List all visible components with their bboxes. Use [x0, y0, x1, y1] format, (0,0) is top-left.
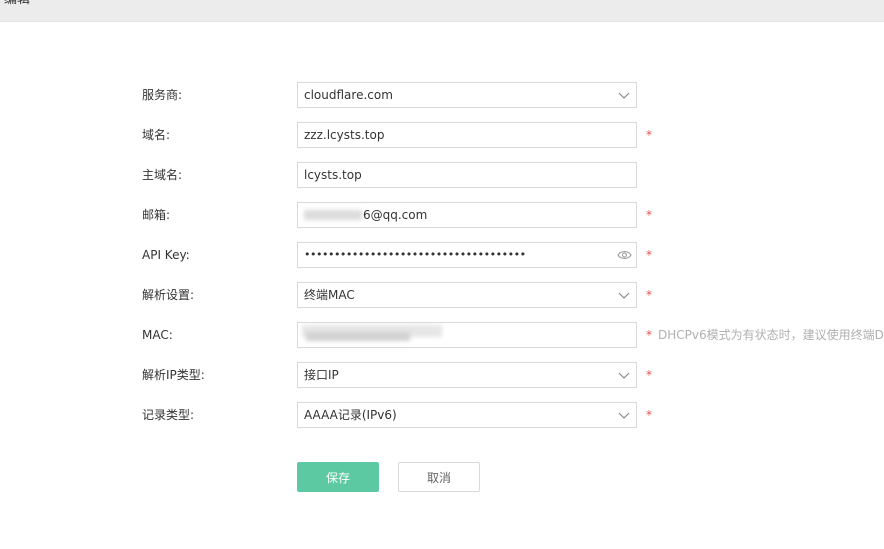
resolve-setting-label: 解析设置: [142, 288, 195, 302]
record-type-select[interactable]: AAAA记录(IPv6) [297, 402, 637, 428]
mac-label: MAC: [142, 328, 173, 342]
domain-label: 域名: [142, 128, 171, 142]
main-domain-value: lcysts.top [304, 168, 362, 182]
resolve-setting-required-mark: * [646, 288, 652, 302]
mac-hint-text: DHCPv6模式为有状态时，建议使用终端D [658, 328, 884, 342]
mac-required-mark: * [646, 328, 652, 342]
mac-input[interactable] [297, 322, 637, 348]
form-row-resolve-setting: 解析设置: 终端MAC * [0, 282, 884, 308]
mac-redaction-mask-lower [306, 332, 410, 341]
ip-type-label: 解析IP类型: [142, 368, 205, 382]
chevron-down-icon [618, 92, 630, 99]
provider-select[interactable]: cloudflare.com [297, 82, 637, 108]
dialog-title: 编辑 [4, 0, 30, 8]
ip-type-value: 接口IP [304, 368, 339, 382]
main-domain-label: 主域名: [142, 168, 183, 182]
email-label: 邮箱: [142, 208, 171, 222]
provider-label: 服务商: [142, 88, 183, 102]
chevron-down-icon [618, 412, 630, 419]
email-required-mark: * [646, 208, 652, 222]
api-key-label: API Key: [142, 248, 190, 262]
chevron-down-icon [618, 292, 630, 299]
api-key-value: ••••••••••••••••••••••••••••••••••••• [304, 248, 526, 261]
provider-value: cloudflare.com [304, 88, 393, 102]
form-row-mac: MAC: * DHCPv6模式为有状态时，建议使用终端D [0, 322, 884, 348]
domain-input[interactable]: zzz.lcysts.top [297, 122, 637, 148]
email-redaction-mask [304, 210, 362, 220]
record-type-required-mark: * [646, 408, 652, 422]
chevron-down-icon [618, 372, 630, 379]
form-row-email: 邮箱: 6@qq.com * [0, 202, 884, 228]
form-row-record-type: 记录类型: AAAA记录(IPv6) * [0, 402, 884, 428]
main-domain-input[interactable]: lcysts.top [297, 162, 637, 188]
api-key-required-mark: * [646, 248, 652, 262]
email-value: 6@qq.com [363, 208, 428, 222]
form-row-ip-type: 解析IP类型: 接口IP * [0, 362, 884, 388]
form-row-main-domain: 主域名: lcysts.top [0, 162, 884, 188]
record-type-value: AAAA记录(IPv6) [304, 408, 397, 422]
domain-required-mark: * [646, 128, 652, 142]
dialog-header: 编辑 [0, 0, 884, 22]
api-key-input[interactable]: ••••••••••••••••••••••••••••••••••••• [297, 242, 637, 268]
ip-type-select[interactable]: 接口IP [297, 362, 637, 388]
resolve-setting-value: 终端MAC [304, 288, 355, 302]
eye-icon[interactable] [617, 248, 632, 262]
form-row-api-key: API Key: •••••••••••••••••••••••••••••••… [0, 242, 884, 268]
form-row-provider: 服务商: cloudflare.com [0, 82, 884, 108]
cancel-button[interactable]: 取消 [398, 462, 480, 492]
domain-value: zzz.lcysts.top [304, 128, 385, 142]
ip-type-required-mark: * [646, 368, 652, 382]
record-type-label: 记录类型: [142, 408, 195, 422]
resolve-setting-select[interactable]: 终端MAC [297, 282, 637, 308]
form-row-domain: 域名: zzz.lcysts.top * [0, 122, 884, 148]
save-button[interactable]: 保存 [297, 462, 379, 492]
email-input[interactable]: 6@qq.com [297, 202, 637, 228]
